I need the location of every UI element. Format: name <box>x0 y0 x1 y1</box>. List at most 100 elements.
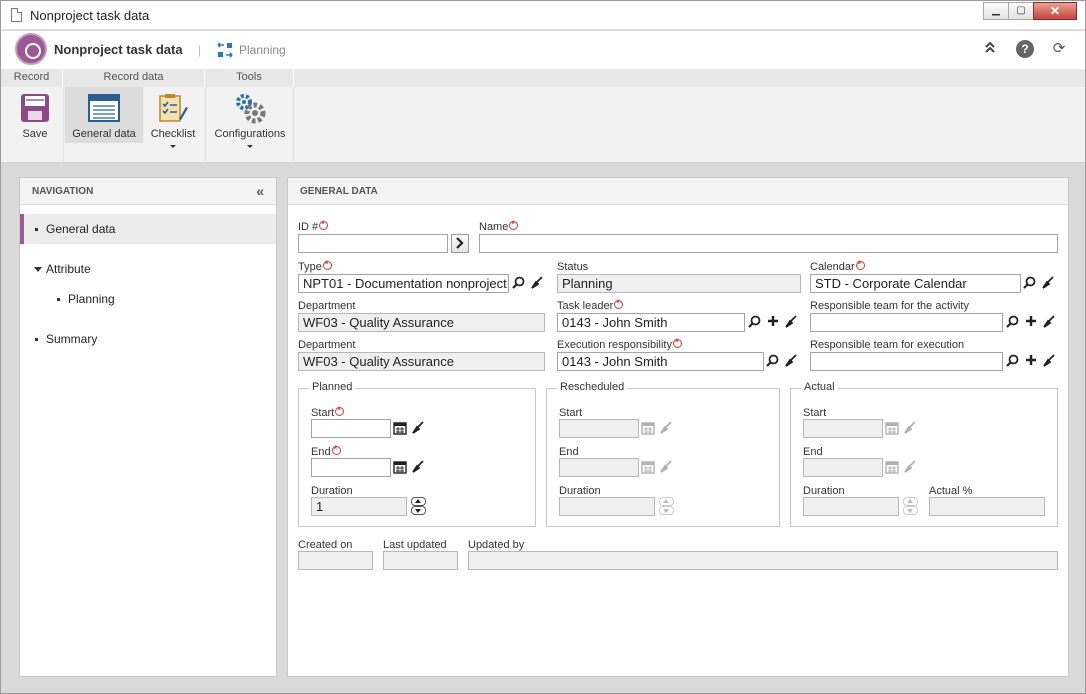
last-updated-field <box>383 551 458 570</box>
navigation-heading: NAVIGATION « <box>20 178 276 205</box>
next-arrow-icon[interactable] <box>451 234 469 253</box>
department-field: WF03 - Quality Assurance <box>298 313 545 332</box>
nav-item-label: Summary <box>46 332 98 346</box>
bullet-icon <box>35 228 38 231</box>
resp-team-exec-field[interactable] <box>810 352 1003 371</box>
clear-icon[interactable] <box>1040 313 1057 332</box>
chevron-down-icon <box>247 145 253 148</box>
refresh-icon[interactable]: ⟳ <box>1050 40 1068 58</box>
actual-duration-label: Duration <box>803 485 845 497</box>
calendar-icon <box>883 419 900 438</box>
name-field[interactable] <box>479 234 1058 253</box>
nav-item-attribute[interactable]: Attribute <box>20 254 276 284</box>
calendar-icon <box>639 458 656 477</box>
planning-icon <box>216 41 234 59</box>
search-icon[interactable] <box>746 313 763 332</box>
add-icon[interactable] <box>1022 352 1039 371</box>
resp-team-activity-label: Responsible team for the activity <box>810 300 969 312</box>
document-icon <box>11 8 22 22</box>
planned-group: Planned Start End Duration 1 <box>298 381 536 527</box>
calendar-field[interactable]: STD - Corporate Calendar <box>810 274 1021 293</box>
close-button[interactable]: ✕ <box>1033 2 1077 20</box>
checklist-icon <box>157 93 189 126</box>
nav-item-label: General data <box>46 222 116 236</box>
nav-item-general-data[interactable]: General data <box>20 214 276 244</box>
rescheduled-duration-label: Duration <box>559 485 601 497</box>
checklist-button[interactable]: Checklist <box>143 87 203 148</box>
help-icon[interactable]: ? <box>1016 40 1034 58</box>
exec-resp-label: Execution responsibility <box>557 337 682 351</box>
bullet-icon <box>35 338 38 341</box>
nav-item-summary[interactable]: Summary <box>20 324 276 354</box>
actual-end-field <box>803 458 883 477</box>
configurations-button[interactable]: Configurations <box>208 87 292 148</box>
minimize-button[interactable]: ▁ <box>983 2 1009 20</box>
search-icon[interactable] <box>1021 274 1038 293</box>
window-controls: ▁ ▢ ✕ <box>983 2 1077 20</box>
header-separator: | <box>198 43 202 57</box>
add-icon[interactable] <box>764 313 781 332</box>
rescheduled-end-field <box>559 458 639 477</box>
nav-item-planning[interactable]: Planning <box>20 284 276 314</box>
type-field[interactable]: NPT01 - Documentation nonproject <box>298 274 509 293</box>
actual-start-label: Start <box>803 407 827 419</box>
collapse-left-icon[interactable]: « <box>256 178 264 205</box>
ribbon-group-tools: Tools <box>205 69 294 87</box>
navigation-panel: NAVIGATION « General data Attribute Plan… <box>19 177 277 677</box>
required-icon <box>322 259 332 270</box>
rescheduled-start-field <box>559 419 639 438</box>
search-icon[interactable] <box>764 352 781 371</box>
add-icon[interactable] <box>1022 313 1039 332</box>
task-leader-field[interactable]: 0143 - John Smith <box>557 313 745 332</box>
updated-by-field <box>468 551 1058 570</box>
rescheduled-title: Rescheduled <box>557 381 628 393</box>
planned-end-field[interactable] <box>311 458 391 477</box>
clear-icon[interactable] <box>782 352 799 371</box>
save-label: Save <box>22 128 48 140</box>
title-bar: Nonproject task data ▁ ▢ ✕ <box>1 1 1085 30</box>
search-icon[interactable] <box>1004 313 1021 332</box>
actual-group: Actual Start End Duration Actual % <box>790 381 1058 527</box>
general-data-heading: GENERAL DATA <box>288 178 1068 205</box>
type-label: Type <box>298 259 332 273</box>
name-label: Name <box>479 219 519 233</box>
required-icon <box>319 219 329 230</box>
calendar-icon[interactable] <box>391 458 408 477</box>
general-data-button[interactable]: General data <box>65 87 143 143</box>
search-icon[interactable] <box>510 274 527 293</box>
clear-icon[interactable] <box>528 274 545 293</box>
calendar-icon[interactable] <box>391 419 408 438</box>
calendar-label: Calendar <box>810 259 865 273</box>
exec-resp-field[interactable]: 0143 - John Smith <box>557 352 764 371</box>
department2-field: WF03 - Quality Assurance <box>298 352 545 371</box>
clear-icon[interactable] <box>1040 352 1057 371</box>
search-icon[interactable] <box>1004 352 1021 371</box>
rescheduled-group: Rescheduled Start End Duration <box>546 381 780 527</box>
navigation-title: NAVIGATION <box>32 186 94 197</box>
actual-pct-label: Actual % <box>929 485 973 497</box>
expand-down-icon[interactable] <box>34 267 42 272</box>
id-field[interactable] <box>298 234 448 253</box>
app-title: Nonproject task data <box>54 42 183 57</box>
general-data-icon <box>88 93 120 126</box>
planned-start-field[interactable] <box>311 419 391 438</box>
maximize-button[interactable]: ▢ <box>1008 2 1034 20</box>
save-button[interactable]: Save <box>10 87 60 143</box>
general-data-label: General data <box>72 128 136 140</box>
id-label: ID # <box>298 219 329 233</box>
breadcrumb-planning[interactable]: Planning <box>239 43 286 57</box>
rescheduled-duration-field <box>559 497 655 516</box>
clear-icon[interactable] <box>409 419 426 438</box>
planned-duration-field[interactable]: 1 <box>311 497 407 516</box>
collapse-up-icon[interactable] <box>981 40 999 58</box>
resp-team-activity-field[interactable] <box>810 313 1003 332</box>
clear-icon[interactable] <box>782 313 799 332</box>
app-logo-icon <box>15 33 47 65</box>
general-data-title: GENERAL DATA <box>300 186 378 197</box>
checklist-label: Checklist <box>150 128 196 140</box>
calendar-icon <box>639 419 656 438</box>
spinner-icon[interactable] <box>410 497 427 516</box>
clear-icon[interactable] <box>1039 274 1056 293</box>
clear-icon[interactable] <box>409 458 426 477</box>
clear-icon <box>657 419 674 438</box>
